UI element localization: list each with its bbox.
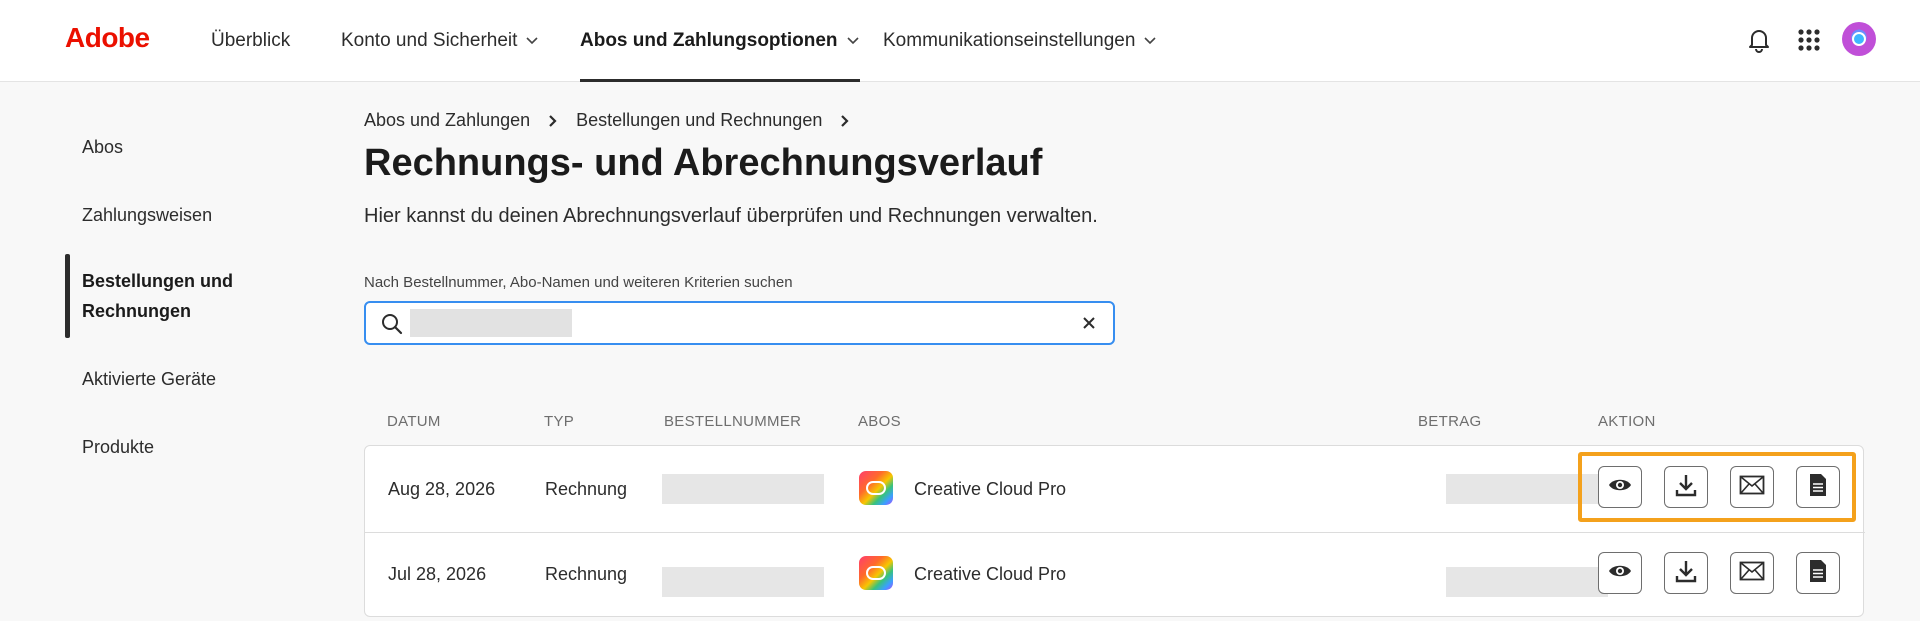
eye-icon [1608,477,1632,498]
download-icon [1675,473,1697,502]
adobe-logo[interactable]: Adobe [65,22,150,54]
eye-icon [1608,563,1632,584]
sidebar-item-products[interactable]: Produkte [82,432,262,462]
email-button[interactable] [1730,552,1774,594]
column-header-amount: BETRAG [1418,413,1482,430]
sidebar-item-orders-invoices[interactable]: Bestellungen und Rechnungen [82,266,262,326]
search-field[interactable] [364,301,1115,345]
nav-communication-settings[interactable]: Kommunikationseinstellungen [883,0,1157,82]
column-header-date: DATUM [387,413,441,430]
nav-label: Kommunikationseinstellungen [883,30,1136,51]
page-title: Rechnungs- und Abrechnungsverlauf [364,142,1043,184]
document-icon [1809,559,1827,588]
cell-type: Rechnung [545,479,628,499]
redacted-amount [1446,474,1608,504]
creative-cloud-icon [859,556,893,590]
nav-label: Konto und Sicherheit [341,30,518,51]
download-icon [1675,559,1697,588]
column-header-order-number: BESTELLNUMMER [664,413,802,430]
chevron-down-icon [846,36,860,46]
column-header-action: AKTION [1598,413,1656,430]
creative-cloud-icon [859,471,893,505]
document-icon [1809,473,1827,502]
search-icon [380,312,404,341]
nav-plans-payment[interactable]: Abos und Zahlungsoptionen [580,0,860,82]
search-label: Nach Bestellnummer, Abo-Namen und weiter… [364,274,793,291]
download-button[interactable] [1664,552,1708,594]
redacted-order-number [662,567,824,597]
chevron-right-icon [548,114,558,128]
close-icon[interactable] [1077,311,1101,335]
nav-label: Überblick [211,30,291,51]
breadcrumb-link-orders-invoices[interactable]: Bestellungen und Rechnungen [576,110,822,131]
sidebar-item-activated-devices[interactable]: Aktivierte Geräte [82,364,262,394]
invoice-document-button[interactable] [1796,466,1840,508]
sidebar-item-payment-methods[interactable]: Zahlungsweisen [82,200,262,230]
cell-type: Rechnung [545,564,628,584]
redacted-amount [1446,567,1608,597]
table-row: Jul 28, 2026 Rechnung Creative Cloud Pro [365,532,1865,617]
email-icon [1739,475,1765,500]
cell-date: Jul 28, 2026 [388,564,487,584]
download-button[interactable] [1664,466,1708,508]
column-header-type: TYP [544,413,575,430]
sidebar-active-indicator [65,254,70,338]
column-header-plans: ABOS [858,413,901,430]
chevron-right-icon [840,114,850,128]
breadcrumb: Abos und Zahlungen Bestellungen und Rech… [364,110,868,131]
redacted-order-number [662,474,824,504]
chevron-down-icon [525,36,539,46]
breadcrumb-link-plans-payments[interactable]: Abos und Zahlungen [364,110,530,131]
avatar[interactable] [1842,22,1876,56]
email-button[interactable] [1730,466,1774,508]
cell-plan: Creative Cloud Pro [914,564,1067,584]
invoice-document-button[interactable] [1796,552,1840,594]
page-subtitle: Hier kannst du deinen Abrechnungsverlauf… [364,205,1098,227]
nav-label: Abos und Zahlungsoptionen [580,30,838,51]
table-row: Aug 28, 2026 Rechnung Creative Cloud Pro [365,446,1865,531]
apps-grid-icon[interactable] [1791,22,1827,58]
email-icon [1739,561,1765,586]
view-button[interactable] [1598,466,1642,508]
view-button[interactable] [1598,552,1642,594]
cell-date: Aug 28, 2026 [388,479,496,499]
search-input[interactable] [410,309,1030,337]
bell-icon[interactable] [1741,22,1777,58]
sidebar-item-plans[interactable]: Abos [82,132,262,162]
nav-account-security[interactable]: Konto und Sicherheit [341,0,539,82]
nav-overview[interactable]: Überblick [211,0,290,82]
top-navigation: Adobe Überblick Konto und Sicherheit Abo… [0,0,1920,82]
chevron-down-icon [1143,36,1157,46]
cell-plan: Creative Cloud Pro [914,479,1067,499]
invoice-table: Aug 28, 2026 Rechnung Creative Cloud Pro… [364,445,1865,617]
